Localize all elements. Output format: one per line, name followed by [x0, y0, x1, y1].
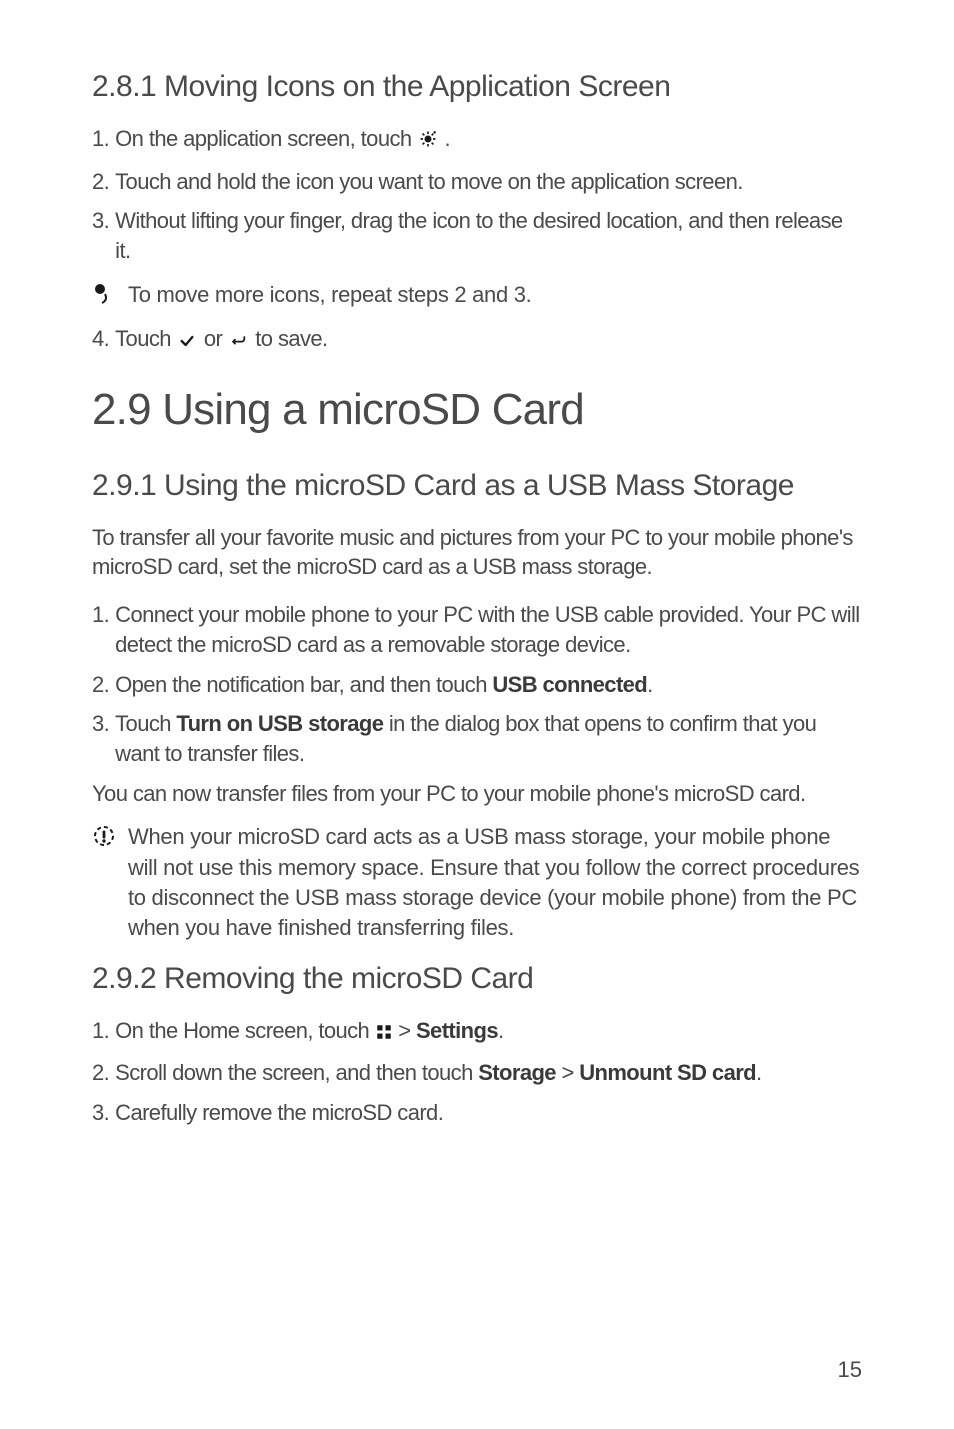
step-281-3: 3. Without lifting your finger, drag the… — [92, 206, 862, 265]
paragraph-291-intro: To transfer all your favorite music and … — [92, 523, 862, 582]
note-text: When your microSD card acts as a USB mas… — [128, 822, 862, 943]
bold-text: Unmount SD card — [579, 1060, 756, 1085]
step-292-2: 2. Scroll down the screen, and then touc… — [92, 1058, 862, 1088]
step-291-3: 3. Touch Turn on USB storage in the dial… — [92, 709, 862, 768]
step-number: 3. — [92, 709, 109, 768]
bold-text: USB connected — [492, 672, 647, 697]
gear-spark-icon — [417, 127, 439, 157]
text-fragment: . — [756, 1060, 762, 1085]
step-292-1: 1. On the Home screen, touch > Settings. — [92, 1016, 862, 1049]
note-text: To move more icons, repeat steps 2 and 3… — [128, 280, 862, 310]
step-number: 4. — [92, 324, 109, 357]
text-fragment: Open the notification bar, and then touc… — [115, 672, 492, 697]
tip-icon — [92, 280, 128, 306]
step-number: 2. — [92, 670, 109, 700]
back-arrow-icon — [228, 327, 250, 357]
step-text: On the Home screen, touch > Settings. — [115, 1016, 862, 1049]
heading-29: 2.9 Using a microSD Card — [92, 385, 862, 435]
step-text: Connect your mobile phone to your PC wit… — [115, 600, 862, 659]
step-281-2: 2. Touch and hold the icon you want to m… — [92, 167, 862, 197]
step-text: Touch Turn on USB storage in the dialog … — [115, 709, 862, 768]
step-text: On the application screen, touch . — [115, 124, 862, 157]
step-291-1: 1. Connect your mobile phone to your PC … — [92, 600, 862, 659]
paragraph-291-outro: You can now transfer files from your PC … — [92, 779, 862, 809]
step-text: Touch and hold the icon you want to move… — [115, 167, 862, 197]
step-text: Without lifting your finger, drag the ic… — [115, 206, 862, 265]
note-281: To move more icons, repeat steps 2 and 3… — [92, 280, 862, 310]
text-fragment: . — [498, 1018, 504, 1043]
text-fragment: Touch — [115, 711, 176, 736]
heading-281: 2.8.1 Moving Icons on the Application Sc… — [92, 70, 862, 104]
text-fragment: Scroll down the screen, and then touch — [115, 1060, 478, 1085]
step-text: Scroll down the screen, and then touch S… — [115, 1058, 862, 1088]
note-291: When your microSD card acts as a USB mas… — [92, 822, 862, 943]
heading-291: 2.9.1 Using the microSD Card as a USB Ma… — [92, 469, 862, 503]
text-fragment: Touch — [115, 326, 176, 351]
text-fragment: On the Home screen, touch — [115, 1018, 375, 1043]
step-text: Touch or to save. — [115, 324, 862, 357]
step-number: 1. — [92, 1016, 109, 1049]
text-fragment: . — [445, 126, 451, 151]
text-fragment: . — [647, 672, 653, 697]
apps-grid-icon — [375, 1019, 393, 1049]
bold-text: Turn on USB storage — [176, 711, 383, 736]
text-fragment: or — [204, 326, 228, 351]
step-number: 3. — [92, 206, 109, 265]
text-fragment: On the application screen, touch — [115, 126, 417, 151]
bold-text: Settings — [416, 1018, 498, 1043]
step-281-1: 1. On the application screen, touch . — [92, 124, 862, 157]
step-281-4: 4. Touch or to save. — [92, 324, 862, 357]
text-fragment: > — [556, 1060, 579, 1085]
step-number: 2. — [92, 167, 109, 197]
step-text: Carefully remove the microSD card. — [115, 1098, 862, 1128]
step-number: 1. — [92, 600, 109, 659]
checkmark-icon — [176, 327, 198, 357]
bold-text: Storage — [478, 1060, 556, 1085]
step-number: 2. — [92, 1058, 109, 1088]
text-fragment: to save. — [255, 326, 327, 351]
step-291-2: 2. Open the notification bar, and then t… — [92, 670, 862, 700]
page-number: 15 — [838, 1357, 862, 1383]
heading-292: 2.9.2 Removing the microSD Card — [92, 962, 862, 996]
text-fragment: > — [398, 1018, 416, 1043]
warning-icon — [92, 822, 128, 848]
step-number: 1. — [92, 124, 109, 157]
step-text: Open the notification bar, and then touc… — [115, 670, 862, 700]
step-292-3: 3. Carefully remove the microSD card. — [92, 1098, 862, 1128]
step-number: 3. — [92, 1098, 109, 1128]
